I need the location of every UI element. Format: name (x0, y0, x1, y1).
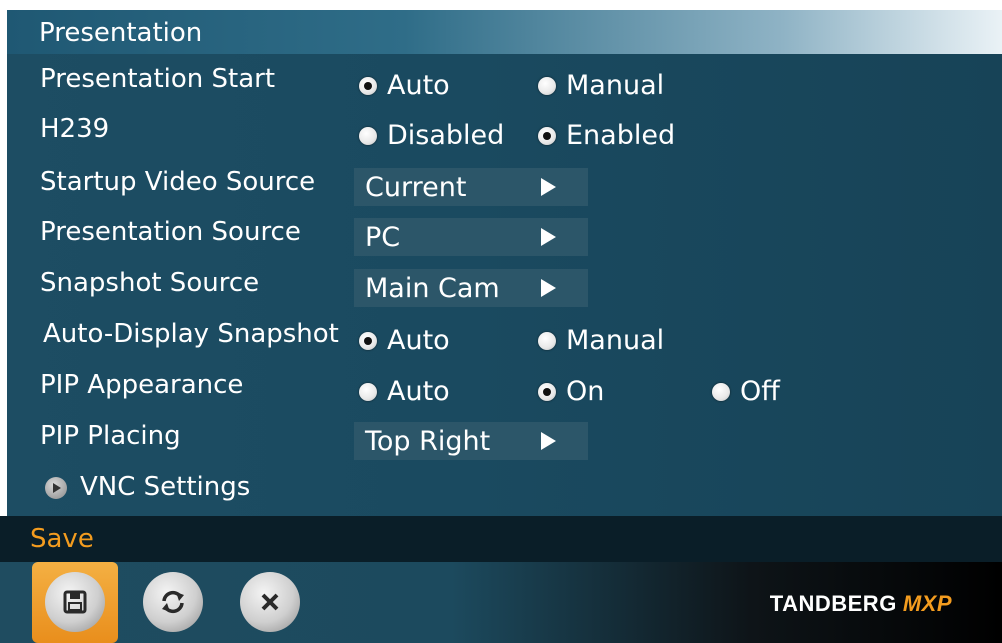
radio-label: Disabled (387, 120, 505, 151)
row-auto-display-snapshot: Auto-Display Snapshot Auto Manual (0, 315, 1002, 363)
arrow-right-icon (541, 178, 556, 196)
radio-checked-icon (359, 331, 377, 350)
save-icon (63, 590, 87, 614)
refresh-icon (162, 590, 184, 614)
brand-suffix: MXP (902, 591, 952, 616)
select-value: Main Cam (365, 272, 500, 304)
cancel-icon (261, 593, 279, 611)
snapshot-source-label: Snapshot Source (40, 268, 260, 298)
pip-appearance-off-radio[interactable]: Off (712, 376, 780, 407)
vnc-settings-label: VNC Settings (80, 472, 251, 502)
row-h239: H239 Disabled Enabled (0, 110, 1002, 158)
radio-unchecked-icon (359, 126, 377, 145)
radio-unchecked-icon (538, 331, 556, 350)
radio-label: Manual (566, 325, 665, 356)
auto-display-snapshot-manual-radio[interactable]: Manual (538, 325, 664, 356)
pip-placing-label: PIP Placing (40, 421, 181, 451)
radio-label: Auto (387, 325, 450, 356)
row-pip-appearance: PIP Appearance Auto On Off (0, 366, 1002, 414)
radio-label: On (566, 376, 605, 407)
presentation-source-label: Presentation Source (40, 217, 301, 247)
h239-disabled-radio[interactable]: Disabled (359, 120, 504, 151)
radio-checked-icon (538, 382, 556, 401)
radio-unchecked-icon (538, 76, 556, 95)
radio-label: Enabled (566, 120, 676, 151)
presentation-start-label: Presentation Start (40, 64, 276, 94)
h239-enabled-radio[interactable]: Enabled (538, 120, 675, 151)
brand-logo: TANDBERG MXP (770, 591, 952, 617)
h239-label: H239 (40, 114, 110, 144)
arrow-right-icon (541, 279, 556, 297)
presentation-start-manual-radio[interactable]: Manual (538, 70, 664, 101)
startup-video-source-select[interactable]: Current (354, 168, 588, 206)
radio-label: Off (740, 376, 780, 407)
radio-label: Manual (566, 70, 665, 101)
save-label: Save (30, 524, 94, 554)
radio-label: Auto (387, 376, 450, 407)
radio-unchecked-icon (712, 382, 730, 401)
select-value: Current (365, 171, 467, 203)
row-startup-video-source: Startup Video Source Current (0, 163, 1002, 211)
row-presentation-start: Presentation Start Auto Manual (0, 60, 1002, 108)
row-pip-placing: PIP Placing Top Right (0, 417, 1002, 465)
radio-label: Auto (387, 70, 450, 101)
row-snapshot-source: Snapshot Source Main Cam (0, 264, 1002, 312)
presentation-source-select[interactable]: PC (354, 218, 588, 256)
radio-unchecked-icon (359, 382, 377, 401)
presentation-start-auto-radio[interactable]: Auto (359, 70, 450, 101)
refresh-button[interactable] (143, 572, 203, 632)
arrow-right-icon (541, 432, 556, 450)
arrow-right-icon (541, 228, 556, 246)
radio-checked-icon (538, 126, 556, 145)
snapshot-source-select[interactable]: Main Cam (354, 269, 588, 307)
cancel-button[interactable] (240, 572, 300, 632)
auto-display-snapshot-label: Auto-Display Snapshot (43, 319, 339, 349)
pip-placing-select[interactable]: Top Right (354, 422, 588, 460)
select-value: Top Right (365, 425, 491, 457)
save-bar: Save (0, 516, 1002, 562)
row-presentation-source: Presentation Source PC (0, 213, 1002, 261)
save-button[interactable] (45, 572, 105, 632)
play-icon (45, 477, 67, 499)
auto-display-snapshot-auto-radio[interactable]: Auto (359, 325, 450, 356)
select-value: PC (365, 221, 401, 253)
vnc-settings-link[interactable]: VNC Settings (0, 468, 1002, 516)
pip-appearance-on-radio[interactable]: On (538, 376, 604, 407)
pip-appearance-label: PIP Appearance (40, 370, 244, 400)
page-title: Presentation (39, 18, 203, 48)
pip-appearance-auto-radio[interactable]: Auto (359, 376, 450, 407)
brand-name: TANDBERG (769, 591, 897, 616)
radio-checked-icon (359, 76, 377, 95)
title-bar: Presentation (7, 10, 1002, 54)
startup-video-source-label: Startup Video Source (40, 167, 316, 197)
